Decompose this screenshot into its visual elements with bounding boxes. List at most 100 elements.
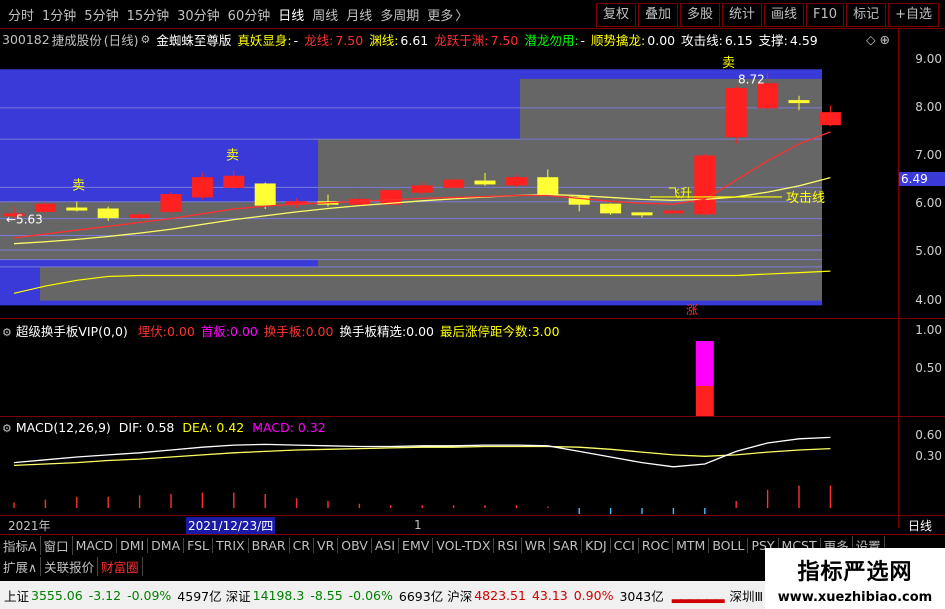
toolbar-button[interactable]: 多股 — [680, 3, 721, 27]
price-chart[interactable]: 卖卖卖8.72←5.63飞升 攻击线涨 — [0, 50, 898, 315]
logo-title: 指标严选网 — [797, 560, 913, 585]
month-label: 1 — [414, 518, 422, 532]
diamond-icon[interactable]: ◇ ⊕ — [866, 32, 890, 47]
index-name[interactable]: 深证 — [226, 586, 251, 605]
toolbar-button[interactable]: 画线 — [764, 3, 805, 27]
logo-url: www.xuezhibiao.com — [777, 590, 933, 605]
extension-tab[interactable]: 财富圈 — [98, 556, 143, 576]
indicator-tab[interactable]: VOL-TDX — [433, 537, 495, 553]
indicator-tab[interactable]: EMV — [399, 537, 434, 553]
period-tab[interactable]: 1分钟 — [42, 5, 76, 24]
indicator-tab[interactable]: BRAR — [249, 537, 290, 553]
toolbar-button[interactable]: 标记 — [846, 3, 887, 27]
macd-chart[interactable] — [0, 418, 898, 514]
price-axis: 9.00 8.00 7.00 6.00 5.00 4.00 6.49 1.00 0.50 0.60… — [898, 28, 945, 528]
indicator-label: 攻击线: — [681, 32, 723, 48]
index-value: 3555.06 — [31, 587, 83, 603]
candle — [725, 86, 747, 144]
toolbar-button[interactable]: 统计 — [722, 3, 763, 27]
toolbar-button[interactable]: +自选 — [888, 3, 939, 27]
period-tab[interactable]: 更多 — [427, 5, 453, 24]
indicator-tab[interactable]: CR — [290, 537, 315, 553]
main-indicator-name[interactable]: 金蜘蛛至尊版 — [156, 30, 231, 49]
indicator-tab[interactable]: MACD — [73, 537, 118, 553]
indicator-tab[interactable]: ASI — [372, 537, 400, 553]
indicator-value: 6.61 — [400, 32, 429, 48]
index-name[interactable]: 上证 — [4, 586, 29, 605]
indicator-title-bar: 300182 捷成股份 (日线) ⚙ 金蜘蛛至尊版 真妖显身: - 龙线: 7.50 渊… — [0, 28, 898, 50]
server-label[interactable]: 深圳Ⅲ — [729, 586, 763, 605]
indicator-tab[interactable]: BOLL — [709, 537, 749, 553]
period-tab[interactable]: 60分钟 — [228, 5, 271, 24]
period-tab[interactable]: 5分钟 — [84, 5, 118, 24]
index-amount: 3043亿 — [619, 588, 664, 604]
date-axis: 2021年 2021/12/23/四 1 日线 — [0, 515, 945, 535]
indicator-tab[interactable]: ROC — [639, 537, 674, 553]
indicator-label: 潜龙勿用: — [524, 32, 579, 48]
sub-indicator-chart[interactable] — [0, 320, 898, 416]
candle — [600, 203, 622, 215]
period-tab[interactable]: 月线 — [346, 5, 372, 24]
more-arrow-icon[interactable]: 〉 — [455, 5, 468, 24]
extension-tab[interactable]: 扩展∧ — [0, 556, 42, 576]
indicator-value: 6.15 — [724, 32, 753, 48]
indicator-tab[interactable]: RSI — [494, 537, 522, 553]
indicator-label: 真妖显身: — [237, 32, 292, 48]
indicator-tab[interactable]: VR — [314, 537, 339, 553]
high-price-label: 8.72 — [738, 73, 765, 87]
stock-name: 捷成股份 — [51, 32, 102, 48]
indicator-tab[interactable]: WR — [522, 537, 550, 553]
period-tabs: 分时 1分钟 5分钟 15分钟 30分钟 60分钟 日线 周线 月线 多周期 更多 — [0, 5, 453, 24]
indicator-label: 渊线: — [369, 32, 399, 48]
price-tick: 6.00 — [915, 196, 942, 211]
indicator-value: - — [580, 32, 586, 48]
price-tick: 5.00 — [915, 244, 942, 259]
toolbar-button[interactable]: F10 — [806, 3, 845, 27]
indicator-tab[interactable]: KDJ — [582, 537, 611, 553]
watermark-logo: 指标严选网 www.xuezhibiao.com — [765, 548, 945, 609]
toolbar-button[interactable]: 叠加 — [637, 3, 678, 27]
indicator-tab[interactable]: DMI — [117, 537, 149, 553]
limit-up-marker: 涨 — [686, 302, 698, 315]
extension-tab[interactable]: 关联报价 — [41, 556, 99, 576]
indicator-tab[interactable]: 指标A — [0, 535, 41, 555]
indicator-tab[interactable]: CCI — [611, 537, 639, 553]
indicator-tab[interactable]: FSL — [184, 537, 214, 553]
period-tab[interactable]: 多周期 — [380, 5, 419, 24]
period-toolbar: 分时 1分钟 5分钟 15分钟 30分钟 60分钟 日线 周线 月线 多周期 更多 〉 复权 叠加 多股… — [0, 0, 945, 29]
attack-line-label: 攻击线 — [786, 191, 825, 206]
period-tab[interactable]: 日线 — [278, 5, 304, 24]
indicator-tab[interactable]: SAR — [550, 537, 583, 553]
cursor-date: 2021/12/23/四 — [186, 517, 276, 534]
dif-line — [13, 436, 831, 468]
indicator-tab[interactable]: MTM — [673, 537, 710, 553]
indicator-label: 龙跃于渊: — [434, 32, 489, 48]
indicator-value: 0.00 — [647, 32, 676, 48]
soar-label: 飞升 — [668, 186, 692, 200]
indicator-tab[interactable]: 窗口 — [41, 535, 73, 555]
toolbar-button[interactable]: 复权 — [595, 3, 636, 27]
period-tab[interactable]: 分时 — [8, 5, 34, 24]
indicator-tab[interactable]: OBV — [338, 537, 372, 553]
index-percent: 0.90% — [573, 587, 614, 603]
index-percent: -0.09% — [127, 587, 172, 603]
index-name[interactable]: 沪深 — [447, 586, 472, 605]
candle — [694, 153, 716, 215]
indicator-value: 7.50 — [490, 32, 519, 48]
settings-icon[interactable]: ⚙ — [141, 33, 151, 46]
index-change: -8.55 — [310, 587, 343, 603]
sub-tick: 1.00 — [915, 323, 942, 337]
candle — [819, 105, 841, 127]
period-tab[interactable]: 15分钟 — [127, 5, 170, 24]
index-value: 14198.3 — [252, 587, 305, 603]
price-tick: 7.00 — [915, 148, 942, 162]
index-change: -3.12 — [88, 587, 122, 603]
macd-tick: 0.60 — [915, 428, 942, 442]
indicator-tab[interactable]: TRIX — [213, 537, 249, 553]
indicator-tab[interactable]: DMA — [148, 537, 185, 553]
index-amount: 4597亿 — [177, 588, 222, 604]
period-tab[interactable]: 30分钟 — [177, 5, 220, 24]
period-tab[interactable]: 周线 — [312, 5, 338, 24]
zone-gray — [318, 139, 822, 301]
first-board-bar — [695, 341, 714, 386]
